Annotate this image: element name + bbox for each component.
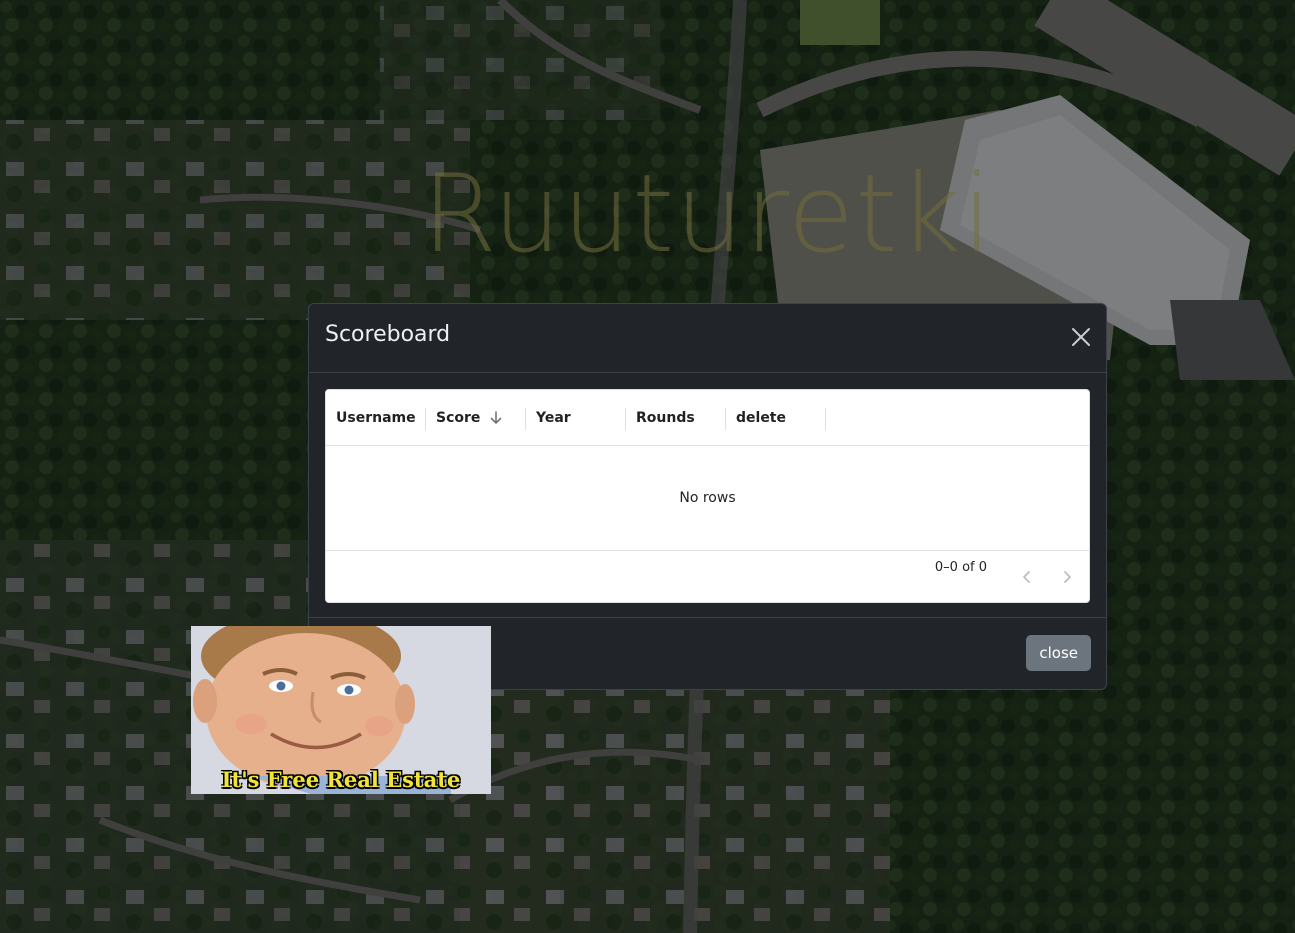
arrow-down-icon[interactable]	[488, 410, 504, 426]
app-title: Ruuturetki	[421, 152, 994, 277]
column-header-username[interactable]: Username	[326, 390, 426, 446]
table-footer: 0–0 of 0	[326, 551, 1089, 603]
chevron-right-icon	[1064, 571, 1071, 583]
column-header-year[interactable]: Year	[526, 390, 626, 446]
chevron-left-icon	[1023, 571, 1030, 583]
modal-header: Scoreboard	[309, 304, 1106, 373]
previous-page-button[interactable]	[1015, 565, 1039, 589]
column-label: Score	[436, 409, 481, 426]
meme-image: It's Free Real Estate	[191, 626, 491, 794]
column-header-delete[interactable]: delete	[726, 390, 826, 446]
close-button[interactable]: close	[1026, 635, 1091, 671]
pagination-range: 0–0 of 0	[934, 560, 987, 575]
column-label: delete	[736, 409, 786, 426]
modal-title: Scoreboard	[325, 322, 451, 347]
meme-caption: It's Free Real Estate	[221, 767, 461, 792]
column-separator[interactable]	[825, 407, 826, 430]
column-header-score[interactable]: Score	[426, 390, 526, 446]
close-icon[interactable]	[1070, 326, 1092, 348]
modal-body: Username Score Year Rounds delete No row…	[309, 373, 1106, 619]
column-label: Username	[336, 409, 416, 426]
next-page-button[interactable]	[1055, 565, 1079, 589]
column-header-rounds[interactable]: Rounds	[626, 390, 726, 446]
scoreboard-table: Username Score Year Rounds delete No row…	[325, 389, 1090, 603]
column-label: Rounds	[636, 409, 695, 426]
table-header: Username Score Year Rounds delete	[326, 390, 1089, 446]
app-viewport: Ruuturetki Scoreboard Username Score Yea…	[0, 0, 1295, 933]
column-label: Year	[536, 409, 571, 426]
no-rows-message: No rows	[326, 446, 1089, 551]
